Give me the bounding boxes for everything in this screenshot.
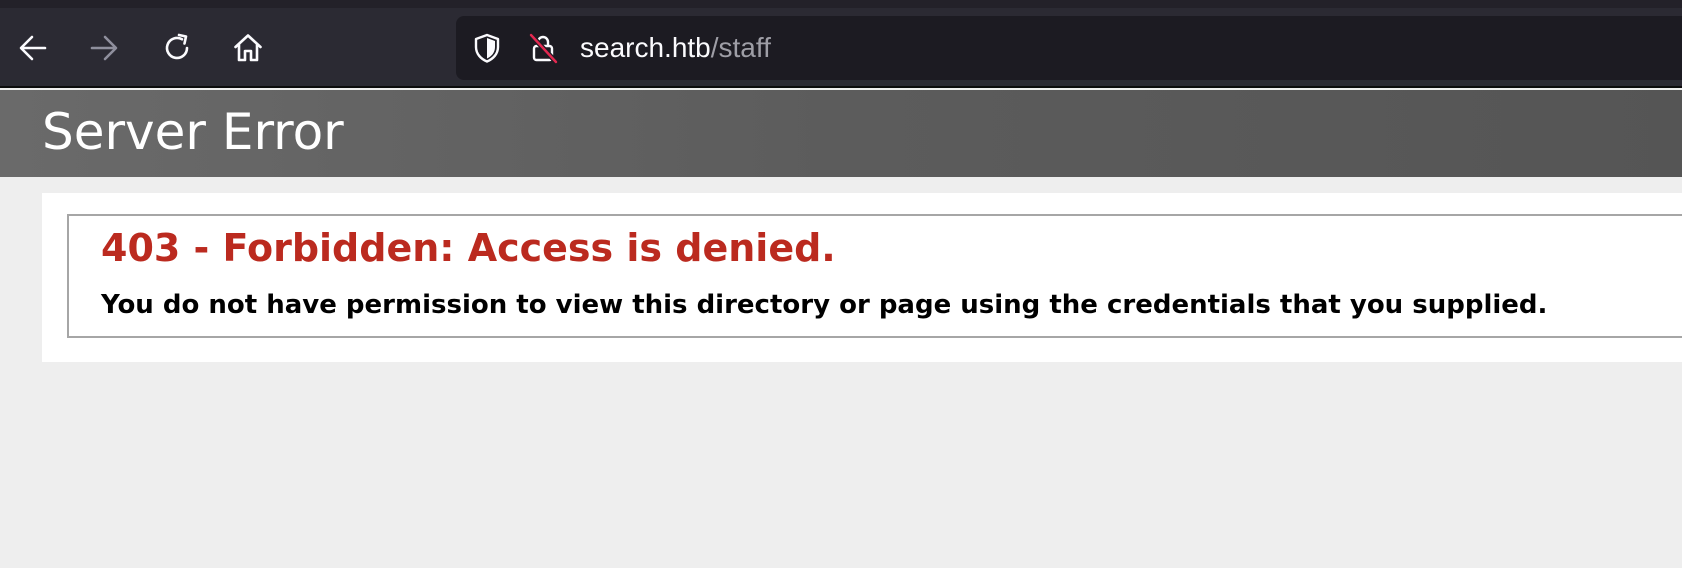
page-header: Server Error <box>0 90 1682 177</box>
reload-icon <box>165 33 189 60</box>
content-panel: 403 - Forbidden: Access is denied. You d… <box>42 193 1682 362</box>
tracking-protection-button[interactable] <box>470 31 504 65</box>
url-host: search.htb <box>580 32 711 63</box>
url-path: /staff <box>710 32 771 63</box>
back-button[interactable] <box>11 26 55 70</box>
arrow-left-icon <box>19 35 47 61</box>
url-text[interactable]: search.htb/staff <box>580 29 771 67</box>
shield-icon <box>474 33 500 63</box>
browser-toolbar: search.htb/staff <box>0 8 1682 88</box>
reload-button[interactable] <box>155 26 199 70</box>
error-message: You do not have permission to view this … <box>101 290 1548 320</box>
url-bar[interactable]: search.htb/staff <box>456 16 1682 80</box>
site-security-button[interactable] <box>526 31 560 65</box>
insecure-lock-icon <box>528 32 559 64</box>
page-title: Server Error <box>42 103 344 161</box>
home-icon <box>234 34 262 62</box>
home-button[interactable] <box>226 26 270 70</box>
error-heading: 403 - Forbidden: Access is denied. <box>101 226 836 270</box>
forward-button[interactable] <box>82 26 126 70</box>
error-fieldset: 403 - Forbidden: Access is denied. You d… <box>67 214 1682 338</box>
window-top-strip <box>0 0 1682 8</box>
arrow-right-icon <box>90 35 118 61</box>
